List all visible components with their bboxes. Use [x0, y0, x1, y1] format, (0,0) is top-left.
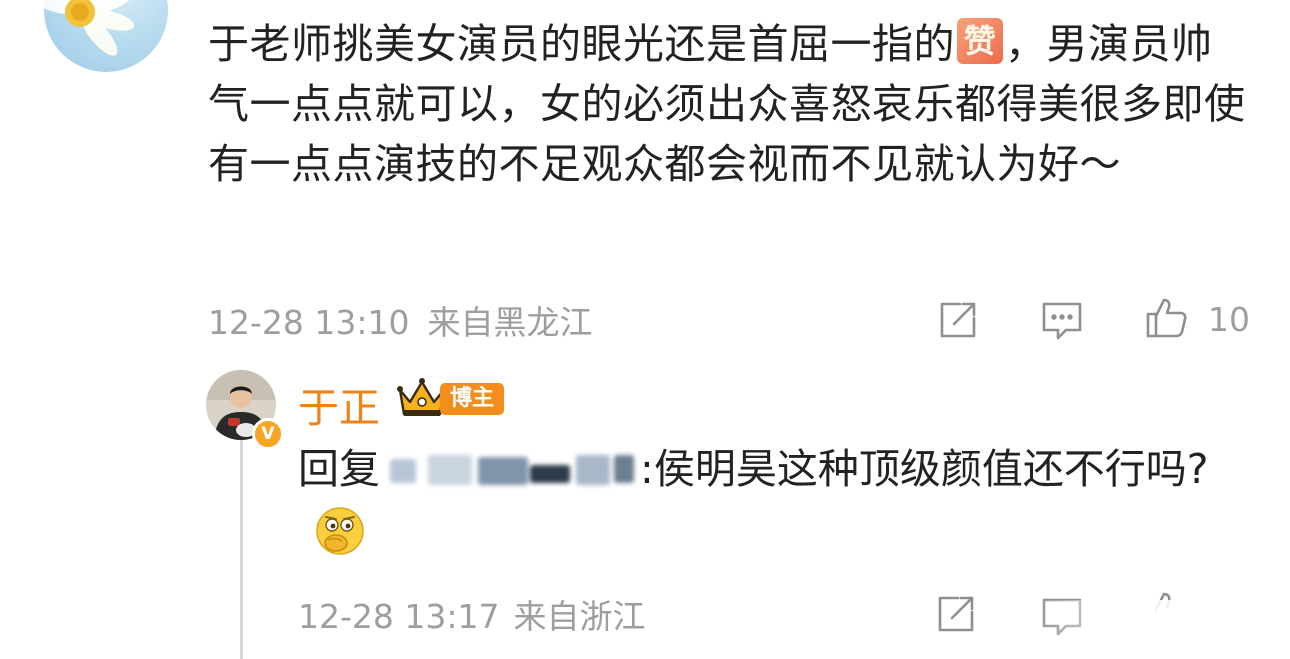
- reply-date: 12-28 13:17: [298, 597, 500, 636]
- verified-badge-icon: V: [252, 418, 284, 450]
- comment-date: 12-28 13:10: [208, 303, 410, 342]
- thinking-emoji-icon: [314, 505, 366, 557]
- reply-location: 来自浙江: [513, 597, 646, 636]
- like-count: 10: [1208, 300, 1250, 339]
- share-icon[interactable]: [936, 298, 980, 342]
- like-icon[interactable]: [1144, 296, 1188, 340]
- comment-icon[interactable]: [1040, 298, 1084, 342]
- reply-meta: 12-28 13:17 来自浙江: [298, 590, 659, 638]
- zan-emoji-label: 赞: [963, 22, 997, 60]
- comment-location: 来自黑龙江: [427, 303, 593, 342]
- reply-share-icon[interactable]: [934, 592, 978, 636]
- reply-prefix: 回复: [298, 445, 380, 493]
- comment-text-part1: 于老师挑美女演员的眼光还是首屈一指的: [208, 20, 955, 68]
- reply-message: :侯明昊这种顶级颜值还不行吗?: [640, 445, 1209, 493]
- daisy-avatar-icon: [44, 0, 135, 56]
- commenter-avatar[interactable]: [44, 0, 168, 72]
- zan-emoji-icon: 赞: [957, 18, 1003, 64]
- author-badge: 博主: [440, 383, 505, 415]
- comment-meta: 12-28 13:10 来自黑龙江: [208, 296, 610, 344]
- thread-line: [240, 440, 243, 659]
- reply-body: 回复 :侯明昊这种顶级颜值还不行吗?: [298, 438, 1248, 562]
- masked-username: [380, 445, 640, 493]
- watermark-overlay: [1030, 600, 1290, 659]
- author-name[interactable]: 于正: [298, 374, 380, 434]
- comment-thread: 于老师挑美女演员的眼光还是首屈一指的赞，男演员帅气一点点就可以，女的必须出众喜怒…: [0, 0, 1290, 659]
- comment-body: 于老师挑美女演员的眼光还是首屈一指的赞，男演员帅气一点点就可以，女的必须出众喜怒…: [208, 14, 1248, 194]
